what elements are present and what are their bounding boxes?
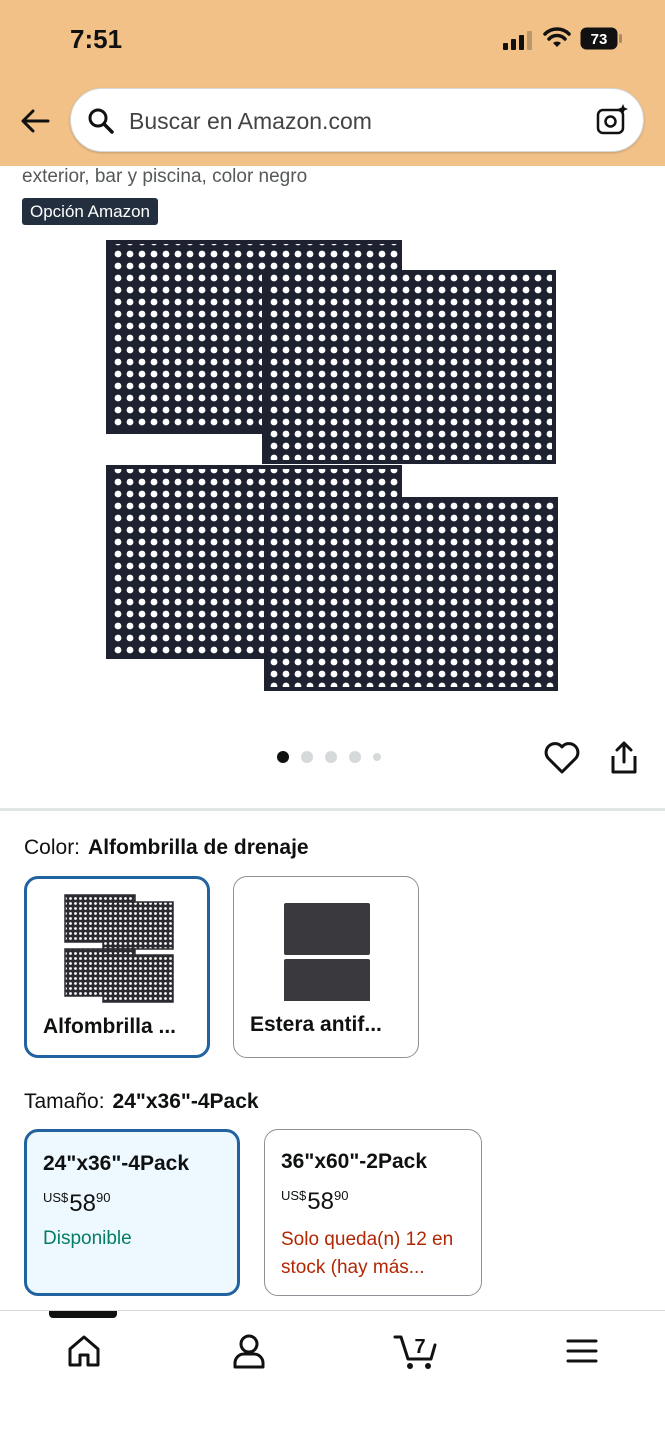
heart-icon[interactable] bbox=[543, 740, 581, 776]
section-divider bbox=[0, 808, 665, 811]
account-icon[interactable] bbox=[229, 1331, 269, 1371]
stock-warning-text: Solo queda(n) 12 en stock (hay más... bbox=[281, 1229, 454, 1278]
color-option-name: Alfombrilla ... bbox=[43, 1015, 177, 1038]
color-selected-value: Alfombrilla de drenaje bbox=[88, 836, 309, 859]
home-icon[interactable] bbox=[64, 1331, 104, 1371]
menu-icon[interactable] bbox=[562, 1331, 602, 1371]
size-option-36x60-2pack[interactable]: 36"x60"-2Pack US$5890 Solo queda(n) 12 e… bbox=[264, 1129, 482, 1296]
size-label-row: Tamaño: 24"x36"-4Pack bbox=[24, 1090, 259, 1114]
carousel-dot[interactable] bbox=[325, 751, 337, 763]
carousel-dot[interactable] bbox=[373, 753, 381, 761]
search-bar[interactable]: Buscar en Amazon.com bbox=[70, 88, 644, 152]
camera-search-icon[interactable] bbox=[595, 103, 629, 137]
availability-text: Disponible bbox=[43, 1228, 132, 1249]
product-image[interactable] bbox=[100, 236, 565, 698]
price-whole: 58 bbox=[307, 1188, 334, 1215]
carousel-dot[interactable] bbox=[301, 751, 313, 763]
size-option-price: US$5890 bbox=[43, 1190, 110, 1218]
amazons-choice-badge: Opción Amazon bbox=[22, 198, 159, 225]
status-bar: 7:51 73 bbox=[0, 0, 665, 80]
battery-level: 73 bbox=[591, 31, 608, 48]
active-tab-indicator bbox=[49, 1311, 117, 1318]
size-option-24x36-4pack[interactable]: 24"x36"-4Pack US$5890 Disponible bbox=[24, 1129, 240, 1296]
size-option-name: 24"x36"-4Pack bbox=[43, 1152, 190, 1175]
color-option-anti-fatigue-mat[interactable]: Estera antif... bbox=[233, 876, 419, 1058]
size-option-price: US$5890 bbox=[281, 1188, 348, 1216]
carousel-dot[interactable] bbox=[277, 751, 289, 763]
battery-icon: 73 bbox=[580, 27, 622, 50]
swatch-thumbnail bbox=[284, 903, 370, 1001]
carousel-dot[interactable] bbox=[349, 751, 361, 763]
price-currency: US$ bbox=[43, 1190, 69, 1205]
swatch-thumbnail bbox=[64, 894, 174, 1003]
cart-icon[interactable]: 7 bbox=[393, 1331, 439, 1371]
search-placeholder: Buscar en Amazon.com bbox=[129, 108, 372, 134]
color-option-name: Estera antif... bbox=[250, 1013, 382, 1036]
wifi-icon bbox=[543, 27, 571, 47]
color-label: Color: bbox=[24, 836, 81, 859]
size-option-name: 36"x60"-2Pack bbox=[281, 1150, 428, 1173]
search-icon bbox=[88, 108, 114, 134]
image-carousel-dots[interactable] bbox=[277, 750, 381, 764]
cart-count: 7 bbox=[414, 1336, 425, 1358]
size-label: Tamaño: bbox=[24, 1090, 105, 1113]
status-time: 7:51 bbox=[70, 24, 123, 54]
price-currency: US$ bbox=[281, 1188, 307, 1203]
cellular-signal-icon bbox=[503, 31, 532, 50]
color-option-drainage-mat[interactable]: Alfombrilla ... bbox=[24, 876, 210, 1058]
size-selected-value: 24"x36"-4Pack bbox=[112, 1090, 259, 1113]
share-icon[interactable] bbox=[608, 740, 640, 776]
back-arrow-icon[interactable] bbox=[18, 104, 52, 138]
color-label-row: Color: Alfombrilla de drenaje bbox=[24, 836, 309, 860]
price-cents: 90 bbox=[334, 1188, 349, 1203]
price-whole: 58 bbox=[69, 1190, 96, 1217]
product-title: exterior, bar y piscina, color negro bbox=[22, 166, 308, 187]
bottom-tab-bar: 7 bbox=[0, 1310, 665, 1440]
price-cents: 90 bbox=[96, 1190, 111, 1205]
app-header: 7:51 73 Buscar en Amazon.com bbox=[0, 0, 665, 166]
